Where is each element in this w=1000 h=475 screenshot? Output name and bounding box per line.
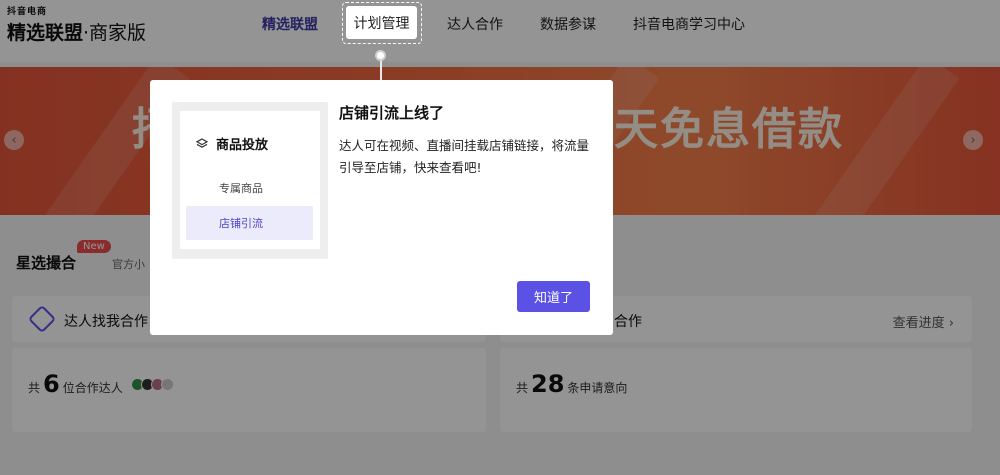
modal-description: 达人可在视频、直播间挂载店铺链接，将流量引导至店铺，快来查看吧! — [339, 138, 590, 175]
layers-icon — [196, 137, 208, 148]
preview-menu-item-store-traffic: 店铺引流 — [186, 206, 313, 240]
guide-pointer-dot — [375, 50, 386, 61]
nav-item-plan-label[interactable]: 计划管理 — [346, 6, 417, 39]
preview-menu-group: 商品投放 — [196, 134, 268, 153]
preview-menu-item-exclusive-products: 专属商品 — [219, 182, 263, 195]
nav-item-plan-spotlight[interactable]: 计划管理 — [342, 2, 422, 44]
modal-title: 店铺引流上线了 — [339, 104, 445, 122]
feature-preview: 商品投放 专属商品 店铺引流 — [172, 102, 328, 259]
preview-menu: 商品投放 专属商品 店铺引流 — [180, 111, 320, 249]
feature-guide-modal: 商品投放 专属商品 店铺引流 店铺引流上线了 达人可在视频、直播间挂载店铺链接，… — [150, 80, 613, 335]
guide-pointer-line — [380, 60, 382, 80]
got-it-button[interactable]: 知道了 — [517, 281, 590, 312]
